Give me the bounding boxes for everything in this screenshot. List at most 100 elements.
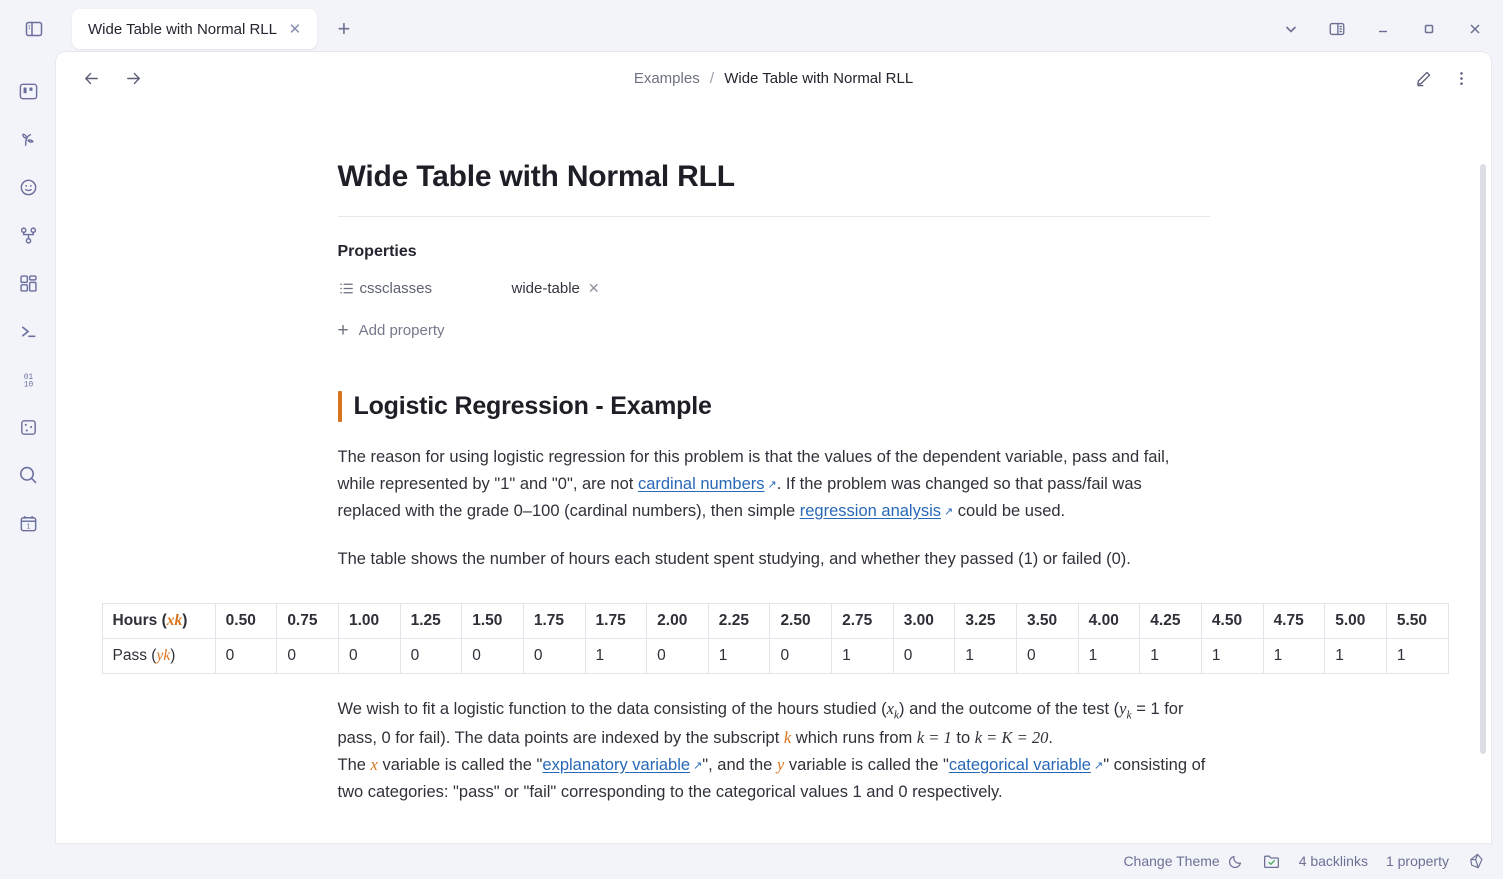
table-cell: 1.50 bbox=[461, 603, 524, 640]
table-cell: 4.75 bbox=[1262, 603, 1326, 640]
table-cell: 4.00 bbox=[1077, 603, 1141, 640]
table-cell: 2.00 bbox=[646, 603, 709, 640]
property-value-remove-icon[interactable]: ✕ bbox=[588, 280, 600, 297]
section-heading: Logistic Regression - Example bbox=[353, 392, 712, 420]
table-cell: 0 bbox=[399, 638, 463, 675]
backlinks-label: 4 backlinks bbox=[1298, 853, 1368, 869]
document-header: Examples / Wide Table with Normal RLL bbox=[56, 52, 1491, 104]
tab-wide-table[interactable]: Wide Table with Normal RLL ✕ bbox=[72, 9, 317, 49]
rail-item-terminal[interactable] bbox=[11, 314, 45, 348]
property-value[interactable]: wide-table ✕ bbox=[512, 280, 600, 297]
edit-mode-button[interactable] bbox=[1407, 62, 1439, 94]
window-controls bbox=[1269, 0, 1497, 58]
table-cell: 4.50 bbox=[1200, 603, 1264, 640]
link-explanatory-variable[interactable]: explanatory variable bbox=[542, 756, 690, 774]
table-cell: 1.75 bbox=[522, 603, 586, 640]
p4-part2: variable is called the " bbox=[377, 755, 543, 774]
properties-heading: Properties bbox=[337, 243, 417, 260]
tab-bar: Wide Table with Normal RLL ✕ + bbox=[0, 0, 1503, 58]
rail-item-calendar[interactable]: 1 bbox=[11, 506, 45, 540]
forward-button[interactable] bbox=[116, 61, 150, 95]
tab-close-icon[interactable]: ✕ bbox=[287, 21, 303, 37]
more-options-button[interactable] bbox=[1445, 62, 1477, 94]
table-cell: 2.25 bbox=[707, 603, 771, 640]
paragraph-intro: The reason for using logistic regression… bbox=[338, 444, 1210, 524]
search-icon bbox=[20, 466, 37, 484]
obsidian-logo-button[interactable] bbox=[1467, 852, 1485, 870]
tab-title: Wide Table with Normal RLL bbox=[88, 20, 277, 38]
page-title: Wide Table with Normal RLL bbox=[337, 160, 736, 193]
external-link-icon: ↗︎ bbox=[944, 505, 954, 518]
table-cell: 3.50 bbox=[1016, 603, 1079, 640]
heading-accent-bar bbox=[337, 391, 342, 423]
panel-left-icon bbox=[25, 21, 43, 37]
add-property-button[interactable]: + Add property bbox=[338, 317, 1210, 343]
minimize-button[interactable] bbox=[1361, 9, 1405, 49]
smiley-face-icon bbox=[20, 179, 36, 195]
table-cell: 0.75 bbox=[276, 603, 339, 640]
status-bar: Change Theme 4 backlinks 1 property bbox=[0, 843, 1503, 879]
table-cell: 4.25 bbox=[1139, 603, 1202, 640]
rail-item-dashboard[interactable] bbox=[11, 266, 45, 300]
rail-item-binary[interactable]: 01 10 bbox=[11, 362, 45, 396]
back-button[interactable] bbox=[74, 61, 108, 95]
left-rail: 01 10 1 bbox=[0, 58, 56, 879]
properties-count[interactable]: 1 property bbox=[1386, 853, 1449, 869]
link-categorical-variable[interactable]: categorical variable bbox=[949, 756, 1091, 774]
table-cell: 5.50 bbox=[1385, 603, 1449, 640]
table-cell: 1 bbox=[954, 638, 1017, 675]
binary-icon: 01 10 bbox=[23, 373, 33, 389]
math-var-xk: xk bbox=[166, 612, 183, 630]
rail-item-sprout[interactable] bbox=[11, 122, 45, 156]
folder-check-icon bbox=[1262, 852, 1281, 871]
list-icon bbox=[338, 280, 360, 297]
math-y-k: yk bbox=[1119, 699, 1131, 721]
breadcrumb-parent[interactable]: Examples bbox=[634, 70, 700, 87]
property-key[interactable]: cssclasses bbox=[360, 280, 512, 297]
pencil-icon bbox=[1416, 71, 1430, 86]
vertical-scrollbar[interactable] bbox=[1480, 164, 1486, 754]
table-cell: 1 bbox=[1077, 638, 1141, 675]
backlinks-count[interactable]: 4 backlinks bbox=[1299, 853, 1368, 869]
math-k-equals-1: k = 1 bbox=[916, 728, 952, 748]
arrow-right-icon bbox=[126, 72, 140, 84]
right-panel-toggle-button[interactable] bbox=[1315, 9, 1359, 49]
sync-status-button[interactable] bbox=[1262, 852, 1281, 871]
breadcrumb-current[interactable]: Wide Table with Normal RLL bbox=[724, 70, 913, 87]
rail-item-random[interactable] bbox=[11, 410, 45, 444]
p4-part1: The bbox=[337, 755, 371, 774]
p3-part6: . bbox=[1048, 729, 1053, 748]
maximize-button[interactable] bbox=[1407, 9, 1451, 49]
table-cell: 1 bbox=[707, 638, 771, 675]
rail-item-emoji[interactable] bbox=[11, 170, 45, 204]
math-x: x bbox=[886, 699, 894, 719]
table-cell: 0 bbox=[276, 638, 339, 675]
link-cardinal-numbers[interactable]: cardinal numbers bbox=[638, 475, 765, 493]
breadcrumb: Examples / Wide Table with Normal RLL bbox=[56, 70, 1491, 87]
table-cell: 1 bbox=[1139, 638, 1202, 675]
link-regression-analysis[interactable]: regression analysis bbox=[800, 502, 941, 520]
new-tab-button[interactable]: + bbox=[329, 14, 359, 44]
rail-item-graph[interactable] bbox=[11, 218, 45, 252]
close-window-button[interactable] bbox=[1453, 9, 1497, 49]
maximize-icon bbox=[1424, 24, 1434, 34]
table-cell: 1 bbox=[1200, 638, 1264, 675]
properties-label: 1 property bbox=[1385, 853, 1449, 869]
document-pane: Examples / Wide Table with Normal RLL Wi… bbox=[56, 52, 1491, 843]
kanban-board-icon bbox=[19, 83, 37, 99]
table-cell: 1 bbox=[1262, 638, 1326, 675]
sidebar-toggle-button[interactable] bbox=[16, 11, 52, 47]
plus-icon: + bbox=[337, 319, 349, 341]
minimize-icon bbox=[1379, 30, 1387, 33]
tab-list-dropdown-button[interactable] bbox=[1269, 9, 1313, 49]
dice-icon bbox=[20, 419, 36, 435]
calendar-icon: 1 bbox=[20, 515, 36, 531]
change-theme-button[interactable]: Change Theme bbox=[1123, 853, 1243, 869]
p3-part1: We wish to fit a logistic function to th… bbox=[337, 700, 887, 719]
change-theme-label: Change Theme bbox=[1123, 853, 1220, 869]
document-scroll-area[interactable]: Wide Table with Normal RLL Properties cs… bbox=[56, 104, 1491, 843]
math-var-yk: yk bbox=[156, 647, 171, 665]
table-header-hours: Hours (xk) bbox=[101, 603, 216, 640]
rail-item-search[interactable] bbox=[11, 458, 45, 492]
rail-item-kanban[interactable] bbox=[11, 74, 45, 108]
